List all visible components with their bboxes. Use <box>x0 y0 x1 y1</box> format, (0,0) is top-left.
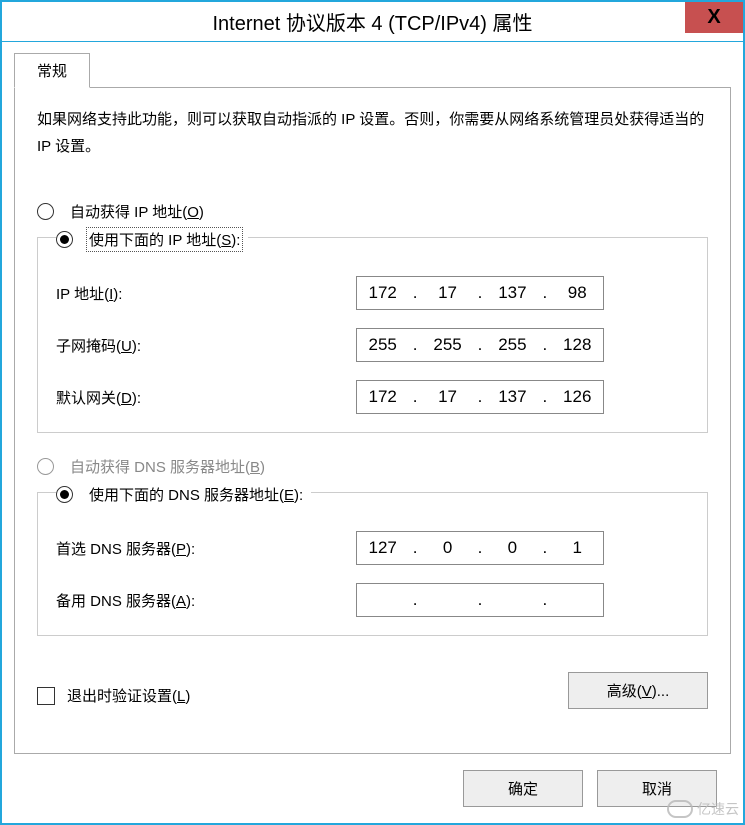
radio-row-ip-auto[interactable]: 自动获得 IP 地址(O) <box>37 200 708 223</box>
group-dns-manual: 使用下面的 DNS 服务器地址(E): 首选 DNS 服务器(P): 127. … <box>37 492 708 636</box>
subnet-mask-label: 子网掩码(U): <box>56 335 346 356</box>
radio-dns-auto <box>37 458 54 475</box>
watermark-text: 亿速云 <box>697 799 739 819</box>
radio-dns-manual[interactable] <box>56 486 73 503</box>
field-alternate-dns: 备用 DNS 服务器(A): . . . <box>56 583 689 617</box>
dialog-window: Internet 协议版本 4 (TCP/IPv4) 属性 X 常规 如果网络支… <box>0 0 745 825</box>
dialog-footer: 确定 取消 <box>14 754 731 823</box>
alternate-dns-label: 备用 DNS 服务器(A): <box>56 590 346 611</box>
ip-address-label: IP 地址(I): <box>56 283 346 304</box>
alternate-dns-input[interactable]: . . . <box>356 583 604 617</box>
close-icon: X <box>707 6 720 29</box>
subnet-mask-input[interactable]: 255. 255. 255. 128 <box>356 328 604 362</box>
field-preferred-dns: 首选 DNS 服务器(P): 127. 0. 0. 1 <box>56 531 689 565</box>
validate-checkbox[interactable] <box>37 687 55 705</box>
ip-address-input[interactable]: 172. 17. 137. 98 <box>356 276 604 310</box>
description-text: 如果网络支持此功能，则可以获取自动指派的 IP 设置。否则，你需要从网络系统管理… <box>37 106 708 160</box>
advanced-row: 退出时验证设置(L) 高级(V)... <box>37 672 708 709</box>
radio-ip-auto[interactable] <box>37 203 54 220</box>
close-button[interactable]: X <box>685 2 743 33</box>
default-gateway-label: 默认网关(D): <box>56 387 346 408</box>
radio-row-ip-manual[interactable]: 使用下面的 IP 地址(S): <box>56 228 248 251</box>
radio-row-dns-manual[interactable]: 使用下面的 DNS 服务器地址(E): <box>56 483 311 506</box>
preferred-dns-input[interactable]: 127. 0. 0. 1 <box>356 531 604 565</box>
checkbox-row-validate[interactable]: 退出时验证设置(L) <box>37 685 190 706</box>
content-area: 常规 如果网络支持此功能，则可以获取自动指派的 IP 设置。否则，你需要从网络系… <box>2 42 743 823</box>
field-subnet-mask: 子网掩码(U): 255. 255. 255. 128 <box>56 328 689 362</box>
window-title: Internet 协议版本 4 (TCP/IPv4) 属性 <box>212 7 532 36</box>
field-ip-address: IP 地址(I): 172. 17. 137. 98 <box>56 276 689 310</box>
cloud-icon <box>667 800 693 818</box>
radio-row-dns-auto: 自动获得 DNS 服务器地址(B) <box>37 455 708 478</box>
tab-body: 如果网络支持此功能，则可以获取自动指派的 IP 设置。否则，你需要从网络系统管理… <box>14 87 731 754</box>
ok-button[interactable]: 确定 <box>463 770 583 807</box>
radio-ip-auto-label: 自动获得 IP 地址(O) <box>68 200 206 223</box>
watermark: 亿速云 <box>667 799 739 819</box>
tab-label: 常规 <box>37 63 67 80</box>
radio-ip-manual[interactable] <box>56 231 73 248</box>
validate-label: 退出时验证设置(L) <box>67 685 190 706</box>
group-ip-manual: 使用下面的 IP 地址(S): IP 地址(I): 172. 17. 137. … <box>37 237 708 433</box>
titlebar: Internet 协议版本 4 (TCP/IPv4) 属性 X <box>2 2 743 42</box>
default-gateway-input[interactable]: 172. 17. 137. 126 <box>356 380 604 414</box>
advanced-button[interactable]: 高级(V)... <box>568 672 708 709</box>
radio-dns-manual-label: 使用下面的 DNS 服务器地址(E): <box>87 483 305 506</box>
field-default-gateway: 默认网关(D): 172. 17. 137. 126 <box>56 380 689 414</box>
radio-ip-manual-label: 使用下面的 IP 地址(S): <box>87 228 242 251</box>
tab-general[interactable]: 常规 <box>14 53 90 88</box>
tab-strip: 常规 <box>14 52 731 87</box>
radio-dns-auto-label: 自动获得 DNS 服务器地址(B) <box>68 455 267 478</box>
preferred-dns-label: 首选 DNS 服务器(P): <box>56 538 346 559</box>
